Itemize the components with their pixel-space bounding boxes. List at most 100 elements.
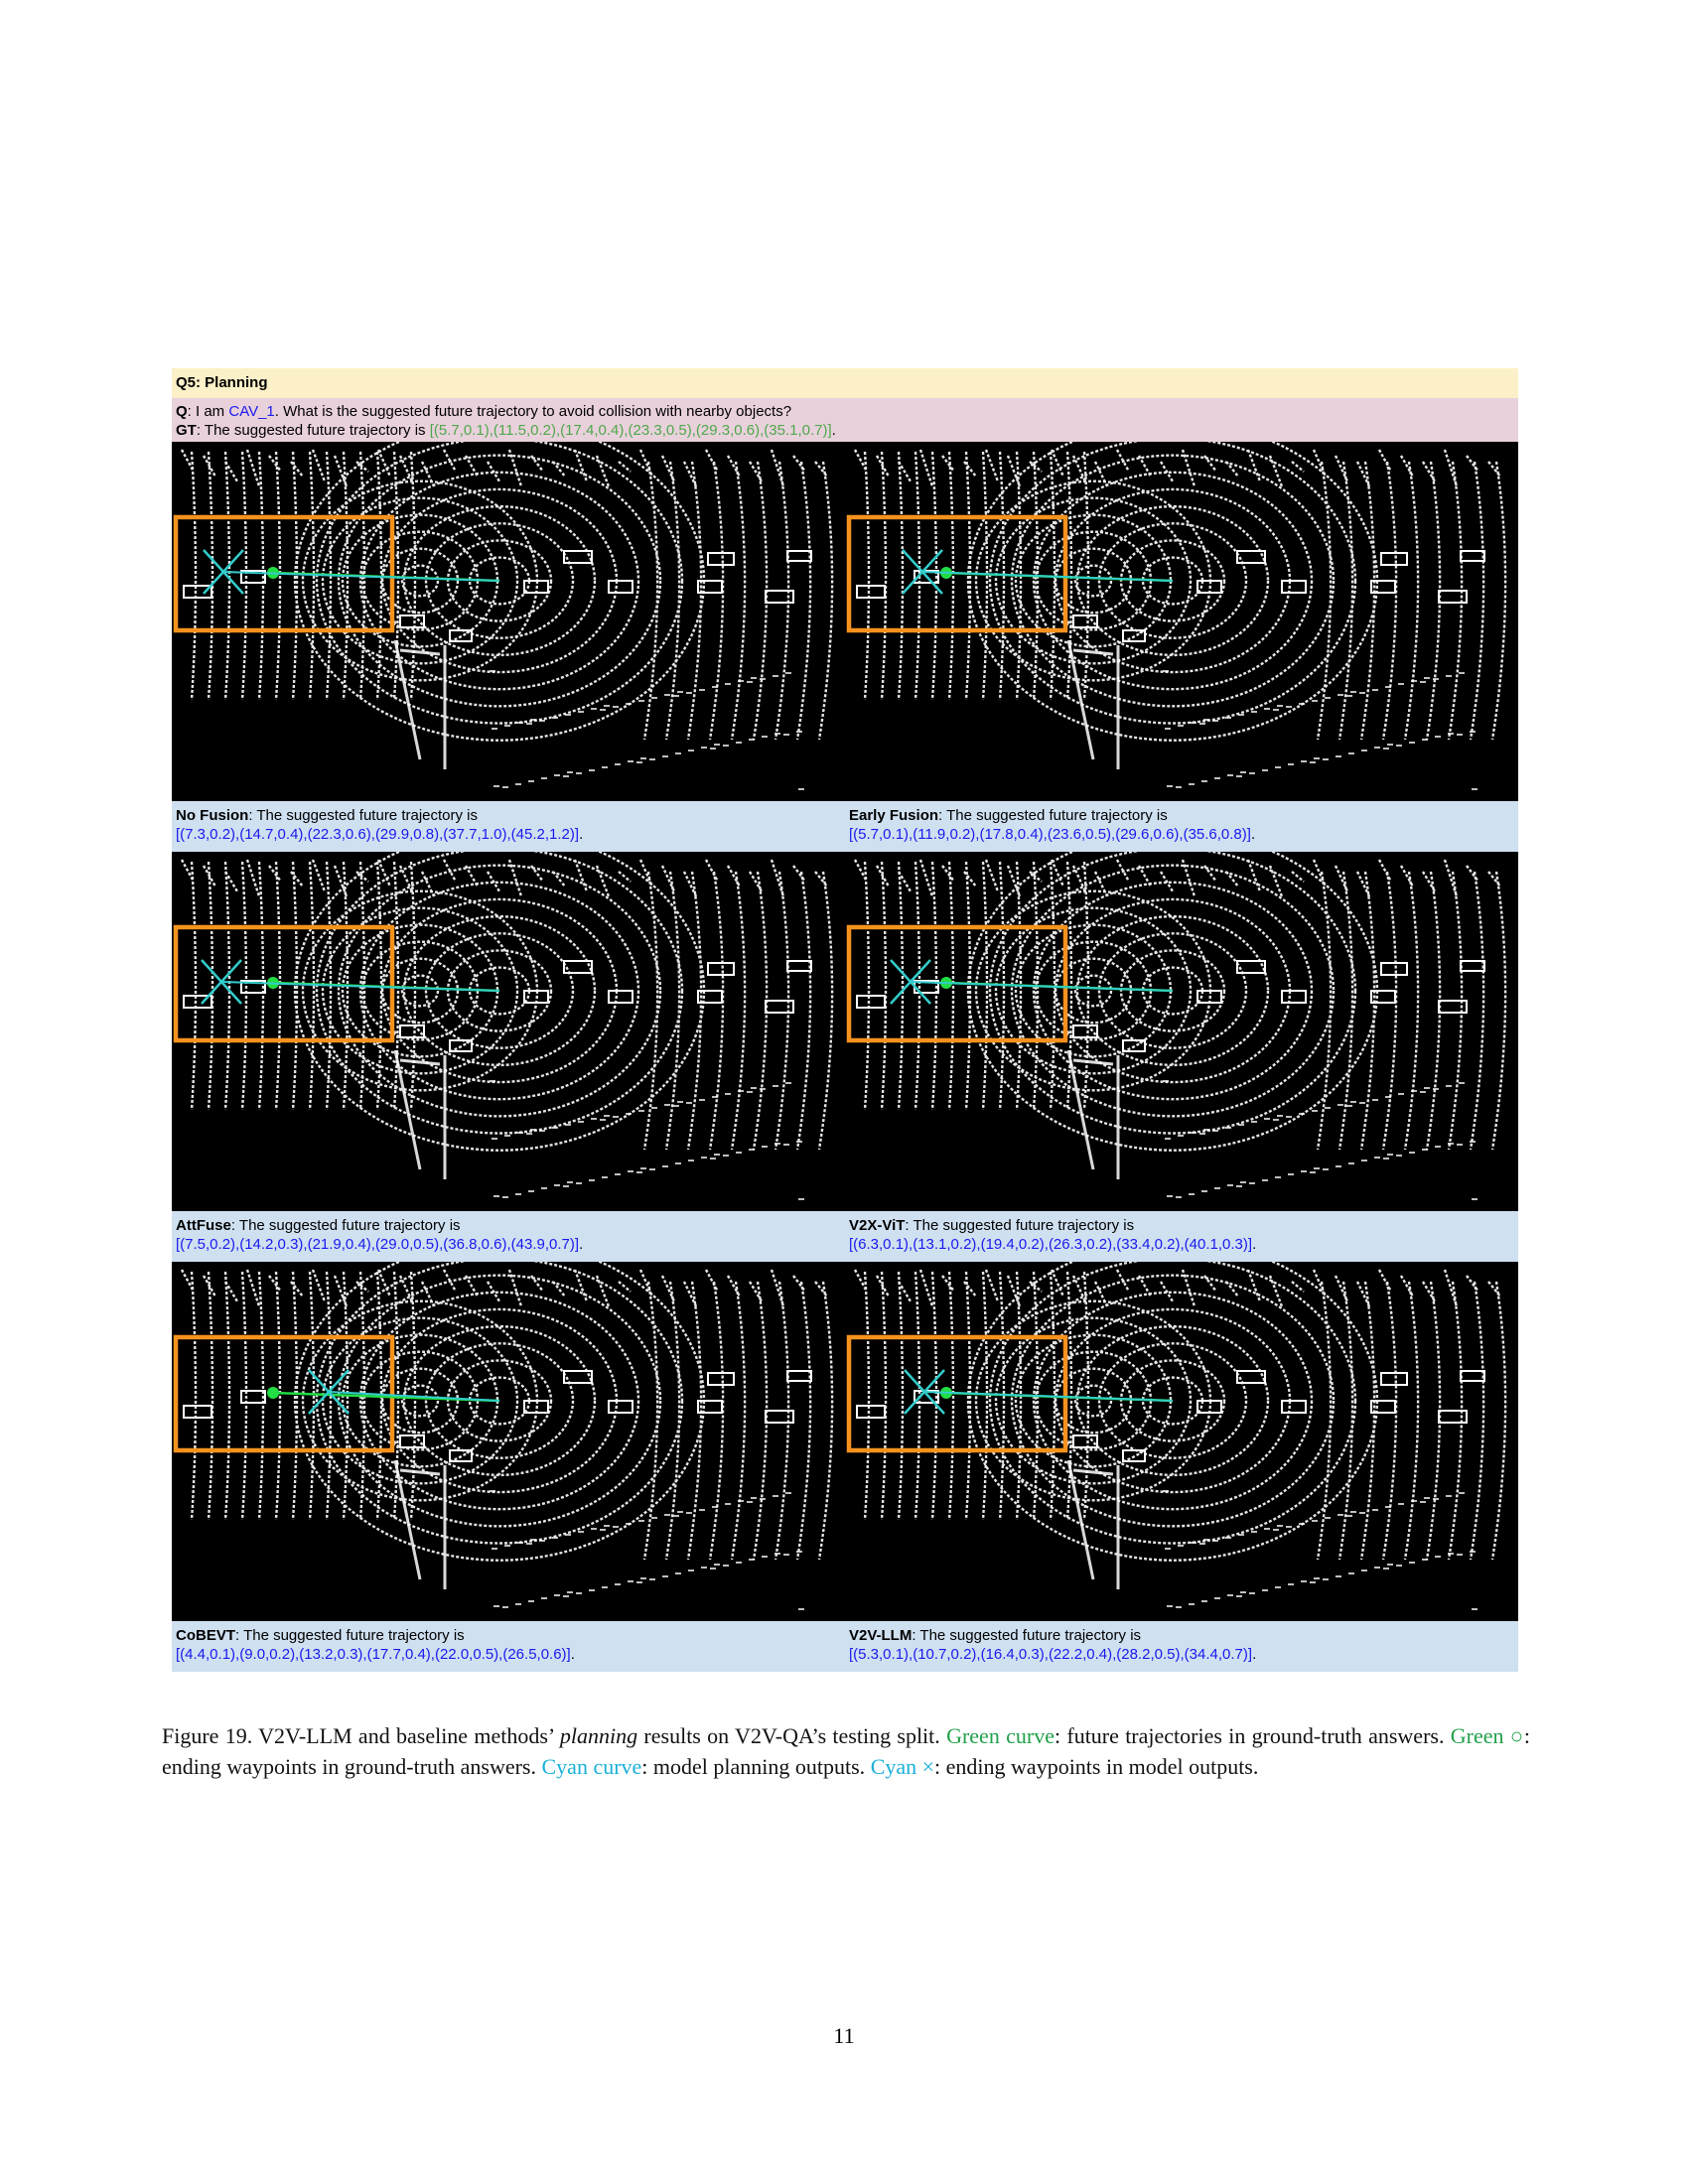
lidar-dot [628, 1170, 633, 1172]
lidar-dot [638, 1520, 644, 1522]
lidar-dot [563, 775, 569, 777]
lidar-dot [1396, 1565, 1402, 1567]
lidar-dot [589, 769, 595, 771]
lidar-dot [1398, 1503, 1404, 1505]
lidar-dot [796, 1551, 802, 1553]
gt-endpoint [267, 1387, 279, 1399]
lidar-dot [1191, 722, 1196, 724]
lidar-dot [738, 1500, 744, 1502]
lidar-dot [1227, 1184, 1233, 1186]
lidar-dot [1457, 1554, 1463, 1556]
method-name: V2X-ViT [849, 1217, 906, 1234]
lidar-dot [1374, 1157, 1380, 1159]
lidar-dot [701, 1567, 707, 1569]
lidar-dot [1348, 752, 1354, 754]
lidar-dot [638, 1110, 644, 1112]
lidar-dot [1411, 1090, 1417, 1092]
lidar-dot [1337, 1104, 1343, 1106]
lidar-dot [1396, 1155, 1402, 1157]
lidar-dot [1459, 1492, 1465, 1494]
lidar-dot [662, 1165, 668, 1167]
panel-caption: V2X-ViT: The suggested future trajectory… [845, 1211, 1518, 1262]
lidar-dot [1178, 1135, 1184, 1137]
lidar-dot [1346, 695, 1352, 697]
lidar-dot [1163, 670, 1169, 672]
lidar-dot [552, 717, 558, 719]
lidar-dot [762, 1146, 768, 1148]
lidar-dot [1387, 744, 1393, 746]
lidar-dot [1359, 1512, 1365, 1514]
lidar-dot [1288, 1173, 1294, 1175]
lidar-dot [725, 683, 731, 685]
lidar-dot [686, 692, 692, 694]
lidar-dot [1273, 1119, 1279, 1121]
lidar-dot [490, 1080, 495, 1082]
lidar-dot [1422, 1149, 1428, 1151]
lidar-dot [1312, 1110, 1318, 1112]
lidar-dot [1273, 1529, 1279, 1531]
lidar-dot [1251, 1531, 1257, 1533]
lidar-dot [1203, 1129, 1209, 1131]
lidar-dot [773, 1085, 778, 1087]
lidar-dot [1385, 1096, 1391, 1098]
lidar-dot [1203, 719, 1209, 721]
lidar-dot [1323, 1168, 1329, 1170]
lidar-dot [578, 1531, 584, 1533]
panel-caption: AttFuse: The suggested future trajectory… [172, 1211, 845, 1262]
lidar-dot [673, 695, 679, 697]
ground-truth-line: GT: The suggested future trajectory is [… [176, 421, 1514, 440]
lidar-dot [1199, 1133, 1205, 1135]
lidar-dot [1214, 1187, 1220, 1189]
lidar-dot [1385, 1506, 1391, 1508]
lidar-scan-image [845, 442, 1518, 801]
lidar-dot [517, 1132, 523, 1134]
lidar-dot [1201, 1600, 1207, 1602]
lidar-scan-image [172, 1262, 845, 1621]
lidar-dot [636, 761, 642, 763]
gt-text: : The suggested future trajectory is [196, 422, 430, 439]
lidar-dot [1167, 1195, 1173, 1197]
panel-row-3 [172, 1262, 1518, 1621]
lidar-dot [591, 708, 597, 710]
lidar-dot [1472, 1198, 1477, 1200]
lidar-dot [541, 777, 547, 779]
caption-cyan-x: Cyan × [870, 1754, 935, 1779]
figure-header: Q5: Planning [172, 368, 1518, 398]
lidar-dot [773, 675, 778, 677]
lidar-dot [760, 1498, 766, 1500]
lidar-dot [1273, 709, 1279, 711]
lidar-dot [1420, 1501, 1426, 1503]
lidar-dot [701, 1157, 707, 1159]
lidar-dot [1435, 736, 1441, 738]
question-label: Q [176, 403, 188, 420]
lidar-dot [1227, 774, 1233, 776]
lidar-dot [1286, 1526, 1292, 1528]
lidar-dot [1238, 1534, 1244, 1536]
lidar-dot [1325, 697, 1331, 699]
lidar-panel-attfuse [172, 852, 845, 1211]
lidar-dot [1178, 1545, 1184, 1547]
lidar-dot [1225, 1127, 1231, 1129]
lidar-dot [1163, 1080, 1169, 1082]
panel-row-2 [172, 852, 1518, 1211]
lidar-dot [615, 763, 621, 765]
panel-row-1 [172, 442, 1518, 801]
lidar-dot [493, 1195, 499, 1197]
figure: Q5: Planning Q: I am CAV_1. What is the … [172, 368, 1518, 1672]
lidar-dot [701, 747, 707, 749]
lidar-dot [552, 1537, 558, 1539]
lidar-dot [554, 1594, 560, 1596]
lidar-dot [492, 1548, 497, 1550]
lidar-dot [774, 1143, 780, 1145]
lidar-dot [578, 1121, 584, 1123]
lidar-dot [530, 719, 536, 721]
lidar-dot [502, 1606, 508, 1608]
lidar-dot [526, 1133, 532, 1135]
lidar-dot [760, 1088, 766, 1090]
lidar-dot [796, 1141, 802, 1143]
lidar-dot [1420, 1091, 1426, 1093]
lidar-dot [651, 697, 657, 699]
lidar-scan-image [172, 852, 845, 1211]
lidar-dot [1424, 677, 1430, 679]
lidar-dot [1275, 1176, 1281, 1178]
